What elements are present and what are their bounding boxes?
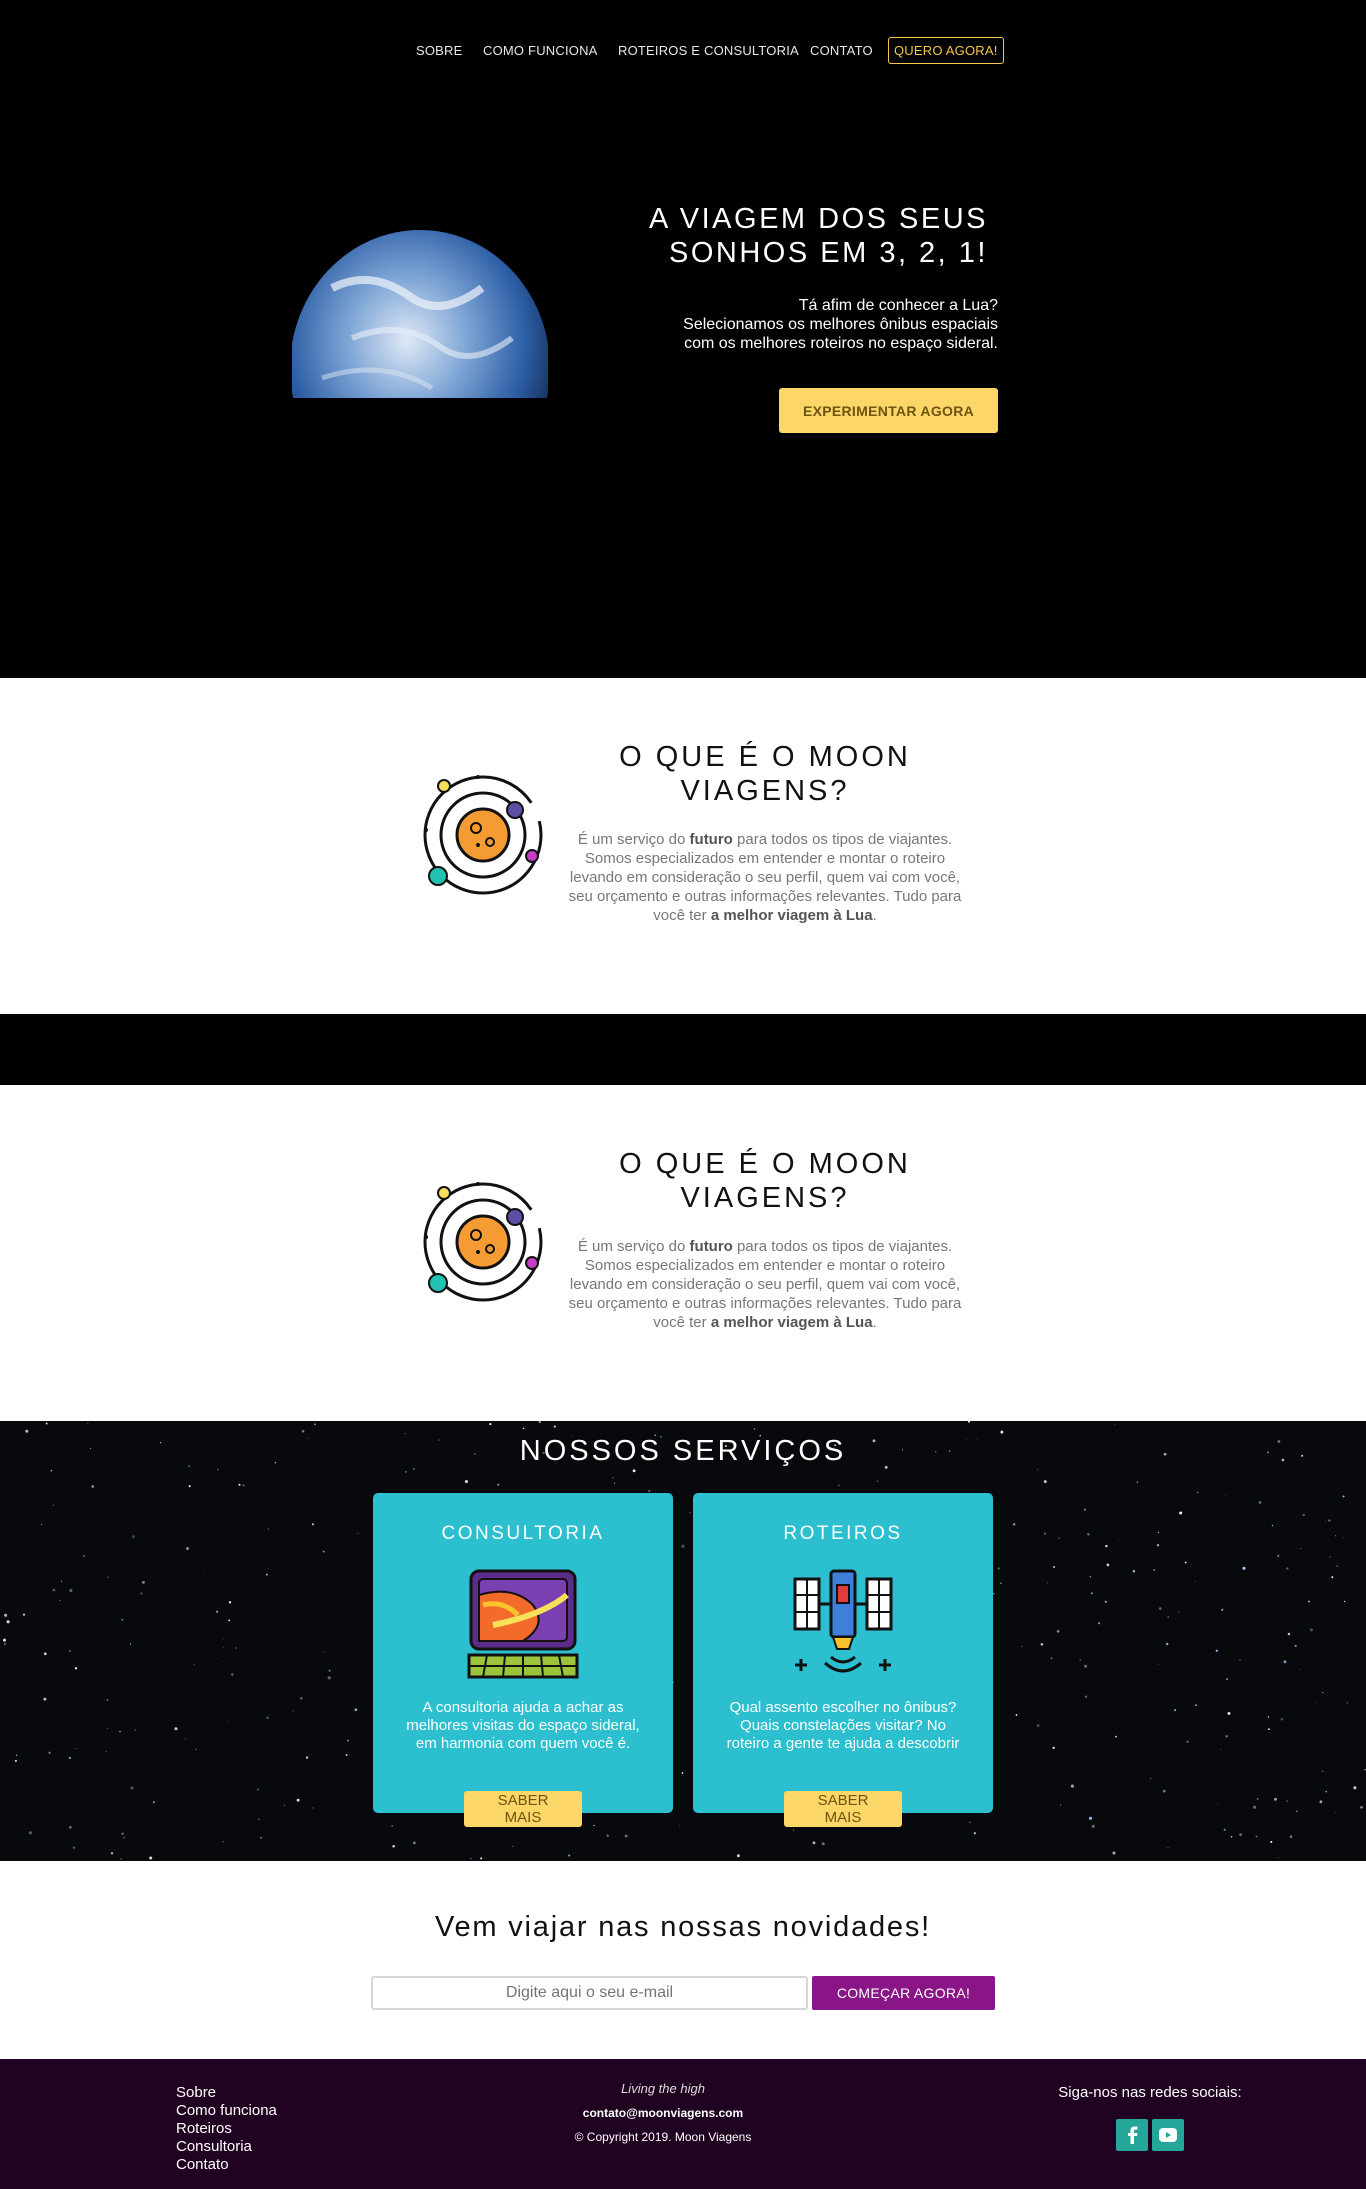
social-icons <box>1000 2119 1300 2151</box>
footer-tagline: Living the high <box>621 2081 705 2096</box>
hero-sub-line3: com os melhores roteiros no espaço sider… <box>684 335 998 352</box>
about-section: O QUE É O MOON VIAGENS? É um serviço do … <box>0 678 1366 1014</box>
about-text-bold: futuro <box>689 1238 733 1255</box>
black-divider <box>0 1014 1366 1085</box>
hero-subtitle: Tá afim de conhecer a Lua? Selecionamos … <box>600 296 998 353</box>
footer-link-roteiros[interactable]: Roteiros <box>176 2120 277 2138</box>
about-title-line2: VIAGENS? <box>680 775 850 807</box>
footer-email[interactable]: contato@moonviagens.com <box>463 2106 863 2120</box>
saber-mais-consultoria-button[interactable]: SABER MAIS <box>464 1791 582 1827</box>
saber-mais-roteiros-button[interactable]: SABER MAIS <box>784 1791 902 1827</box>
about-text-bold: a melhor viagem à Lua <box>710 907 873 924</box>
about-title: O QUE É O MOON VIAGENS? <box>585 1147 945 1215</box>
facebook-icon[interactable] <box>1116 2119 1148 2151</box>
card-title: CONSULTORIA <box>441 1523 605 1544</box>
footer-copyright: © Copyright 2019. Moon Viagens <box>574 2130 752 2144</box>
nav-cta-button[interactable]: QUERO AGORA! <box>888 37 1004 64</box>
comecar-agora-button[interactable]: COMEÇAR AGORA! <box>812 1976 995 2010</box>
planet-screen-icon <box>467 1569 579 1679</box>
footer-links: Sobre Como funciona Roteiros Consultoria… <box>176 2084 277 2174</box>
hero-section: SOBRE COMO FUNCIONA ROTEIROS E CONSULTOR… <box>0 0 1366 678</box>
hero-title-line2: SONHOS EM 3, 2, 1! <box>669 237 988 269</box>
youtube-icon[interactable] <box>1152 2119 1184 2151</box>
experimentar-agora-button[interactable]: EXPERIMENTAR AGORA <box>779 388 998 433</box>
nav-link-sobre[interactable]: SOBRE <box>416 43 463 58</box>
planet-orbit-icon <box>423 775 543 895</box>
about-title-line1: O QUE É O MOON <box>619 1148 911 1180</box>
about-title: O QUE É O MOON VIAGENS? <box>585 740 945 808</box>
footer-link-contato[interactable]: Contato <box>176 2156 277 2174</box>
services-section: NOSSOS SERVIÇOS CONSULTORIA A consultori… <box>0 1421 1366 1861</box>
nav-link-roteiros-consultoria[interactable]: ROTEIROS E CONSULTORIA <box>618 43 799 58</box>
newsletter-section: Vem viajar nas nossas novidades! COMEÇAR… <box>0 1861 1366 2059</box>
service-card-roteiros: ROTEIROS Qual assento escolher no ônibus… <box>693 1493 993 1827</box>
hero-sub-line1: Tá afim de conhecer a Lua? <box>798 297 998 314</box>
email-input[interactable] <box>371 1976 808 2010</box>
about-text: É um serviço do futuro para todos os tip… <box>568 1237 962 1332</box>
about-text-part: . <box>872 1314 877 1331</box>
starfield-background <box>3 1421 1366 1860</box>
card-title: ROTEIROS <box>783 1523 903 1544</box>
about-title-line1: O QUE É O MOON <box>619 741 911 773</box>
about-text-part: É um serviço do <box>577 831 690 848</box>
hero-title-line1: A VIAGEM DOS SEUS <box>648 203 988 235</box>
about-section-duplicate: O QUE É O MOON VIAGENS? É um serviço do … <box>0 1085 1366 1421</box>
card-text: A consultoria ajuda a achar as melhores … <box>406 1699 640 1752</box>
social-label: Siga-nos nas redes sociais: <box>1058 2084 1242 2101</box>
top-nav: SOBRE COMO FUNCIONA ROTEIROS E CONSULTOR… <box>0 37 1366 65</box>
newsletter-title: Vem viajar nas nossas novidades! <box>434 1911 932 1943</box>
about-title-line2: VIAGENS? <box>680 1182 850 1214</box>
about-text-bold: a melhor viagem à Lua <box>710 1314 873 1331</box>
footer-link-consultoria[interactable]: Consultoria <box>176 2138 277 2156</box>
hero-sub-line2: Selecionamos os melhores ônibus espaciai… <box>683 316 998 333</box>
about-text-part: . <box>872 907 877 924</box>
about-text-bold: futuro <box>689 831 733 848</box>
earth-image <box>292 230 548 416</box>
social-block: Siga-nos nas redes sociais: <box>1000 2084 1300 2151</box>
footer-center: Living the high contato@moonviagens.com … <box>463 2081 863 2144</box>
services-title: NOSSOS SERVIÇOS <box>519 1435 847 1467</box>
nav-link-como-funciona[interactable]: COMO FUNCIONA <box>483 43 598 58</box>
satellite-icon <box>793 1569 893 1673</box>
card-text: Qual assento escolher no ônibus? Quais c… <box>726 1699 960 1752</box>
nav-link-contato[interactable]: CONTATO <box>810 43 873 58</box>
service-card-consultoria: CONSULTORIA A consultoria ajuda a achar … <box>373 1493 673 1827</box>
about-text-part: É um serviço do <box>577 1238 690 1255</box>
footer-link-como-funciona[interactable]: Como funciona <box>176 2102 277 2120</box>
footer: Sobre Como funciona Roteiros Consultoria… <box>0 2059 1366 2189</box>
planet-orbit-icon <box>423 1182 543 1302</box>
about-text: É um serviço do futuro para todos os tip… <box>568 830 962 925</box>
hero-title: A VIAGEM DOS SEUS SONHOS EM 3, 2, 1! <box>600 202 988 270</box>
footer-link-sobre[interactable]: Sobre <box>176 2084 277 2102</box>
